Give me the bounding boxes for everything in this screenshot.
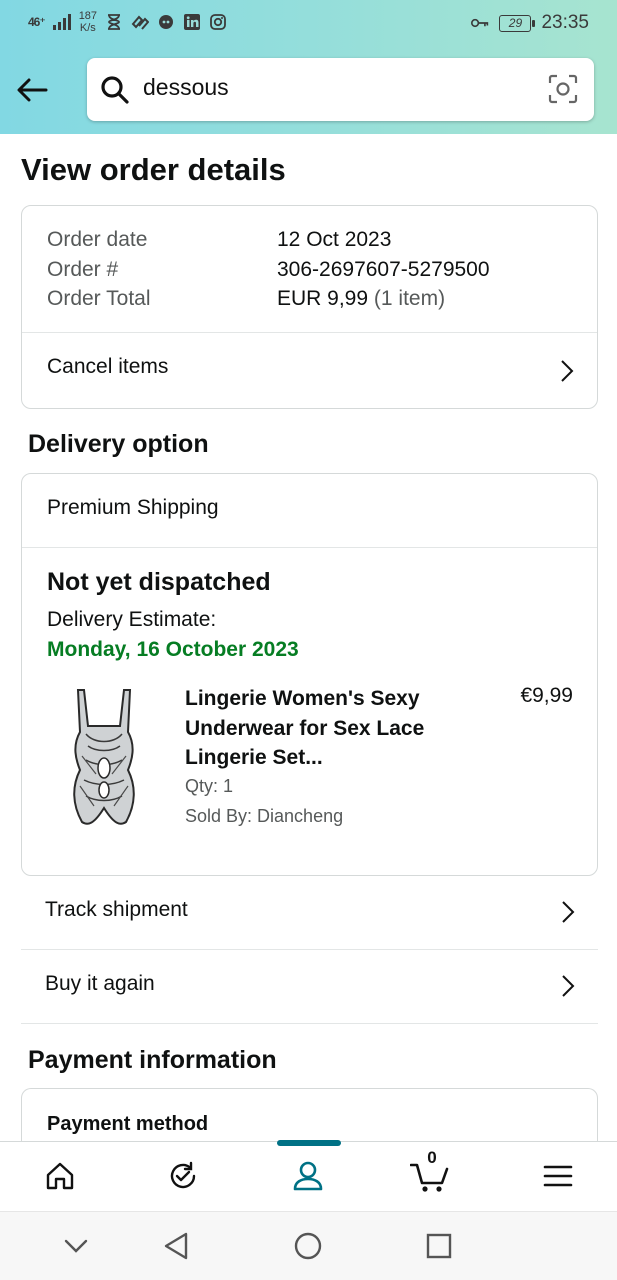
home-icon xyxy=(46,1162,74,1190)
product-price: €9,99 xyxy=(520,684,573,707)
track-shipment-label: Track shipment xyxy=(45,898,188,921)
cart-count: 0 xyxy=(427,1148,437,1167)
page-title: View order details xyxy=(21,152,286,187)
delivery-estimate-date: Monday, 16 October 2023 xyxy=(47,638,299,661)
chevron-right-icon xyxy=(562,901,575,923)
search-input[interactable] xyxy=(143,74,523,101)
chevron-right-icon xyxy=(561,360,574,382)
clock: 23:35 xyxy=(541,12,589,33)
system-back-button[interactable] xyxy=(158,1228,194,1264)
signal-indicator: 46⁺ xyxy=(28,15,46,29)
cancel-items-label: Cancel items xyxy=(47,355,169,378)
order-total-value: EUR 9,99 xyxy=(277,287,369,310)
system-recents-button[interactable] xyxy=(421,1228,457,1264)
shipping-method: Premium Shipping xyxy=(47,496,219,519)
divider xyxy=(22,547,597,548)
key-icon xyxy=(471,14,489,32)
triangle-back-icon xyxy=(164,1232,188,1260)
status-left: 46⁺ 187 K/s xyxy=(28,10,227,34)
square-recents-icon xyxy=(426,1233,452,1259)
order-date-label: Order date xyxy=(47,228,148,251)
chevron-right-icon xyxy=(562,975,575,997)
user-icon xyxy=(293,1161,323,1191)
back-button[interactable] xyxy=(14,70,50,110)
app-header: 46⁺ 187 K/s 29 23:35 dessous xyxy=(0,0,617,134)
system-home-button[interactable] xyxy=(290,1228,326,1264)
order-total-label: Order Total xyxy=(47,287,151,310)
order-date-value: 12 Oct 2023 xyxy=(277,228,392,251)
active-tab-indicator xyxy=(277,1140,341,1146)
track-shipment-row[interactable]: Track shipment xyxy=(21,876,598,950)
system-navigation-bar xyxy=(0,1211,617,1280)
search-icon xyxy=(99,74,131,106)
product-title[interactable]: Lingerie Women's Sexy Underwear for Sex … xyxy=(185,684,465,773)
linkedin-icon xyxy=(183,13,201,31)
nav-cart[interactable]: 0 xyxy=(410,1148,450,1196)
hide-keyboard-button[interactable] xyxy=(58,1228,94,1264)
arrow-left-icon xyxy=(17,78,48,102)
order-summary-card: Order date 12 Oct 2023 Order # 306-26976… xyxy=(21,205,598,409)
hourglass-icon xyxy=(105,13,123,31)
delivery-section-title: Delivery option xyxy=(28,430,209,458)
order-number-label: Order # xyxy=(47,258,119,281)
product-seller: Sold By: Diancheng xyxy=(185,806,344,826)
payment-section-title: Payment information xyxy=(28,1046,277,1074)
order-total-items: (1 item) xyxy=(373,287,446,310)
product-image[interactable] xyxy=(66,686,142,830)
refresh-check-icon xyxy=(170,1161,196,1189)
camera-search-icon[interactable] xyxy=(548,74,578,104)
product-quantity: Qty: 1 xyxy=(185,776,234,796)
speed-unit: K/s xyxy=(79,22,96,34)
circle-home-icon xyxy=(294,1232,322,1260)
order-number-value: 306-2697607-5279500 xyxy=(277,258,490,281)
speed-value: 187 xyxy=(78,10,98,22)
chat-app-icon xyxy=(157,13,175,31)
shipment-status: Not yet dispatched xyxy=(47,568,271,596)
nav-orders[interactable] xyxy=(163,1156,203,1196)
cancel-items-row[interactable]: Cancel items xyxy=(22,333,597,409)
instagram-icon xyxy=(209,13,227,31)
signal-bars-icon xyxy=(52,13,71,31)
payment-method-label: Payment method xyxy=(47,1113,209,1135)
nav-menu[interactable] xyxy=(538,1156,578,1196)
order-total: EUR 9,99 (1 item) xyxy=(277,287,445,311)
network-speed: 187 K/s xyxy=(79,10,97,34)
search-bar[interactable] xyxy=(87,58,594,121)
status-right: 29 23:35 xyxy=(471,12,589,34)
battery-indicator: 29 xyxy=(499,14,536,32)
hamburger-menu-icon xyxy=(543,1165,573,1187)
delivery-estimate-label: Delivery Estimate: xyxy=(47,608,217,631)
buy-again-label: Buy it again xyxy=(45,972,155,995)
delivery-card: Premium Shipping Not yet dispatched Deli… xyxy=(21,473,598,876)
nav-account[interactable] xyxy=(288,1156,328,1196)
chevron-down-icon xyxy=(64,1239,88,1253)
nav-home[interactable] xyxy=(40,1156,80,1196)
link-app-icon xyxy=(131,13,150,31)
status-bar: 46⁺ 187 K/s 29 23:35 xyxy=(0,0,617,46)
bottom-navigation: 0 xyxy=(0,1140,617,1211)
buy-again-row[interactable]: Buy it again xyxy=(21,950,598,1024)
